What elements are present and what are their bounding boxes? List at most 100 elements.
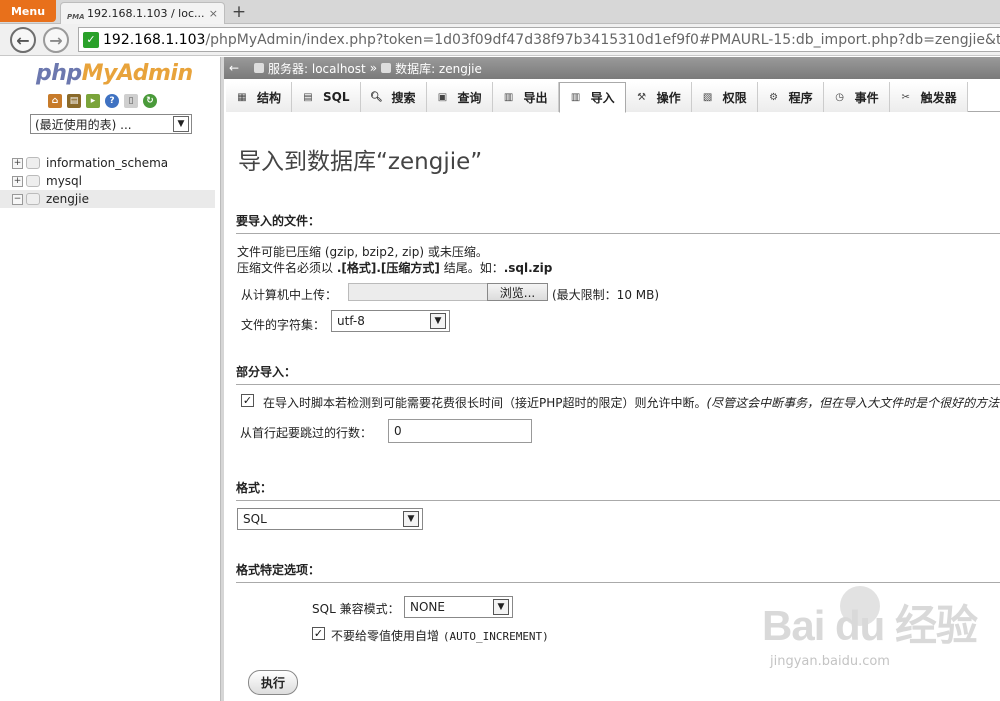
wrench-icon: ⚒ — [637, 91, 647, 103]
query-window-icon[interactable]: ▸ — [86, 94, 100, 108]
filename-note-prefix: 压缩文件名必须以 — [237, 261, 337, 275]
expand-icon[interactable]: + — [12, 175, 23, 187]
no-auto-value-checkbox[interactable]: ✓ — [312, 627, 325, 640]
tab-query[interactable]: ▣ 查询 — [426, 82, 493, 112]
watermark-url: jingyan.baidu.com — [770, 654, 890, 669]
format-select[interactable]: SQL ▼ — [237, 508, 423, 530]
url-path: /phpMyAdmin/index.php?token=1d03f09df47d… — [205, 31, 1000, 48]
quick-links: ⌂ ▤ ▸ ? ▯ ↻ — [48, 94, 157, 108]
breadcrumb-server[interactable]: 服务器: localhost — [268, 60, 366, 77]
upload-label: 从计算机中上传： — [241, 288, 338, 302]
skip-rows-input[interactable]: 0 — [388, 419, 532, 443]
tab-label: 事件 — [854, 90, 879, 105]
search-icon: 🔍︎ — [370, 91, 383, 103]
tab-label: 程序 — [788, 90, 813, 105]
tab-triggers[interactable]: ✂ 触发器 — [889, 82, 968, 112]
tab-label: 权限 — [722, 90, 747, 105]
url-input[interactable]: ✓ 192.168.1.103/phpMyAdmin/index.php?tok… — [78, 27, 1000, 52]
page-title: 导入到数据库“zengjie” — [238, 149, 483, 175]
tab-events[interactable]: ◷ 事件 — [823, 82, 890, 112]
browser-tab-bar: Menu PMA 192.168.1.103 / loc... × + — [0, 0, 1000, 24]
server-icon — [254, 63, 264, 73]
charset-select[interactable]: utf-8 ▼ — [331, 310, 450, 332]
phpmyadmin-logo[interactable]: phpMyAdmin — [36, 61, 193, 86]
chevron-down-icon: ▼ — [173, 116, 189, 132]
browser-tab[interactable]: PMA 192.168.1.103 / loc... × — [60, 2, 225, 24]
tab-label: 触发器 — [920, 90, 957, 105]
tab-structure[interactable]: ▦ 结构 — [226, 82, 293, 112]
url-text: 192.168.1.103/phpMyAdmin/index.php?token… — [103, 32, 1000, 48]
filename-note: 压缩文件名必须以 .[格式].[压缩方式] 结尾。如：.sql.zip — [237, 259, 552, 276]
tab-import[interactable]: ▥ 导入 — [558, 82, 626, 113]
back-button[interactable]: ← — [10, 27, 36, 53]
tab-sql[interactable]: ▤ SQL — [292, 82, 361, 112]
logo-php: php — [36, 61, 82, 86]
browser-menu-button[interactable]: Menu — [0, 0, 56, 22]
filename-note-middle: 结尾。如： — [439, 261, 504, 275]
home-icon[interactable]: ⌂ — [48, 94, 62, 108]
chevron-down-icon: ▼ — [430, 313, 446, 329]
allow-interrupt-note: (尽管这会中断事务，但在导入大文件时是个很好的方法 — [706, 396, 1000, 410]
allow-interrupt-checkbox[interactable]: ✓ — [241, 394, 254, 407]
secure-check-icon: ✓ — [83, 31, 99, 48]
db-item-information-schema[interactable]: + information_schema — [0, 154, 215, 172]
database-tree: + information_schema + mysql − zengjie — [0, 154, 215, 208]
panel-splitter[interactable] — [220, 57, 224, 701]
db-item-mysql[interactable]: + mysql — [0, 172, 215, 190]
events-icon: ◷ — [835, 91, 844, 103]
privileges-icon: ▧ — [702, 91, 713, 103]
logo-my: My — [81, 61, 118, 86]
tab-export[interactable]: ▥ 导出 — [492, 82, 559, 112]
no-auto-value-text: 不要给零值使用自增 — [331, 629, 440, 643]
browse-button[interactable]: 浏览... — [487, 283, 548, 301]
logo-admin: Admin — [116, 61, 193, 86]
baidu-watermark: Bai du 经验 jingyan.baidu.com — [762, 586, 992, 692]
filename-format: .[格式].[压缩方式] — [336, 261, 440, 275]
allow-interrupt-label: 在导入时脚本若检测到可能需要花费很长时间（接近PHP超时的限定）则允许中断。(尽… — [263, 394, 999, 411]
collapse-arrow-icon[interactable]: ← — [224, 61, 244, 75]
tab-label: SQL — [323, 90, 350, 104]
chevron-down-icon: ▼ — [403, 511, 419, 527]
compression-note: 文件可能已压缩 (gzip, bzip2, zip) 或未压缩。 — [237, 245, 488, 259]
sql-compat-label: SQL 兼容模式： — [312, 602, 400, 616]
top-menu-tabs: ▦ 结构 ▤ SQL 🔍︎ 搜索 ▣ 查询 ▥ 导出 ▥ 导入 ⚒ 操作 ▧ 权限 ⚙ 程序 ◷ 事… — [226, 82, 1000, 113]
collapse-icon[interactable]: − — [12, 193, 23, 205]
query-icon: ▣ — [437, 91, 448, 103]
sql-icon: ▤ — [303, 91, 313, 103]
skip-rows-value: 0 — [394, 424, 402, 438]
docs-icon[interactable]: ▯ — [124, 94, 138, 108]
tab-label: 导入 — [590, 91, 615, 105]
db-name: information_schema — [46, 156, 169, 170]
tab-operations[interactable]: ⚒ 操作 — [625, 82, 692, 112]
go-button[interactable]: 执行 — [248, 670, 298, 695]
help-icon[interactable]: ? — [105, 94, 119, 108]
database-icon — [26, 193, 40, 205]
tab-routines[interactable]: ⚙ 程序 — [757, 82, 824, 112]
routines-icon: ⚙ — [769, 91, 779, 103]
arrow-left-icon: ← — [16, 30, 30, 50]
reload-icon[interactable]: ↻ — [143, 94, 157, 108]
browser-tab-title: 192.168.1.103 / loc... — [87, 7, 205, 20]
partial-section-heading: 部分导入： — [236, 363, 1000, 385]
format-options-heading: 格式特定选项： — [236, 561, 1000, 583]
breadcrumb-bar: ← 服务器: localhost » 数据库: zengjie — [224, 57, 1000, 79]
recent-tables-value: (最近使用的表) ... — [35, 117, 132, 132]
recent-tables-select[interactable]: (最近使用的表) ... ▼ — [30, 114, 192, 134]
tab-privileges[interactable]: ▧ 权限 — [691, 82, 758, 112]
close-tab-icon[interactable]: × — [209, 7, 218, 20]
expand-icon[interactable]: + — [12, 157, 23, 169]
forward-button[interactable]: → — [43, 27, 69, 53]
tab-search[interactable]: 🔍︎ 搜索 — [360, 82, 427, 112]
new-tab-button[interactable]: + — [230, 2, 248, 22]
tab-label: 搜索 — [391, 90, 416, 105]
db-item-zengjie[interactable]: − zengjie — [0, 190, 215, 208]
sql-compat-select[interactable]: NONE ▼ — [404, 596, 513, 618]
logout-icon[interactable]: ▤ — [67, 94, 81, 108]
db-name: mysql — [46, 174, 82, 188]
database-icon — [26, 175, 40, 187]
database-icon — [381, 63, 392, 73]
format-section-heading: 格式： — [236, 479, 1000, 501]
arrow-right-icon: → — [49, 30, 63, 50]
url-host: 192.168.1.103 — [103, 31, 206, 48]
breadcrumb-database[interactable]: 数据库: zengjie — [395, 60, 482, 77]
